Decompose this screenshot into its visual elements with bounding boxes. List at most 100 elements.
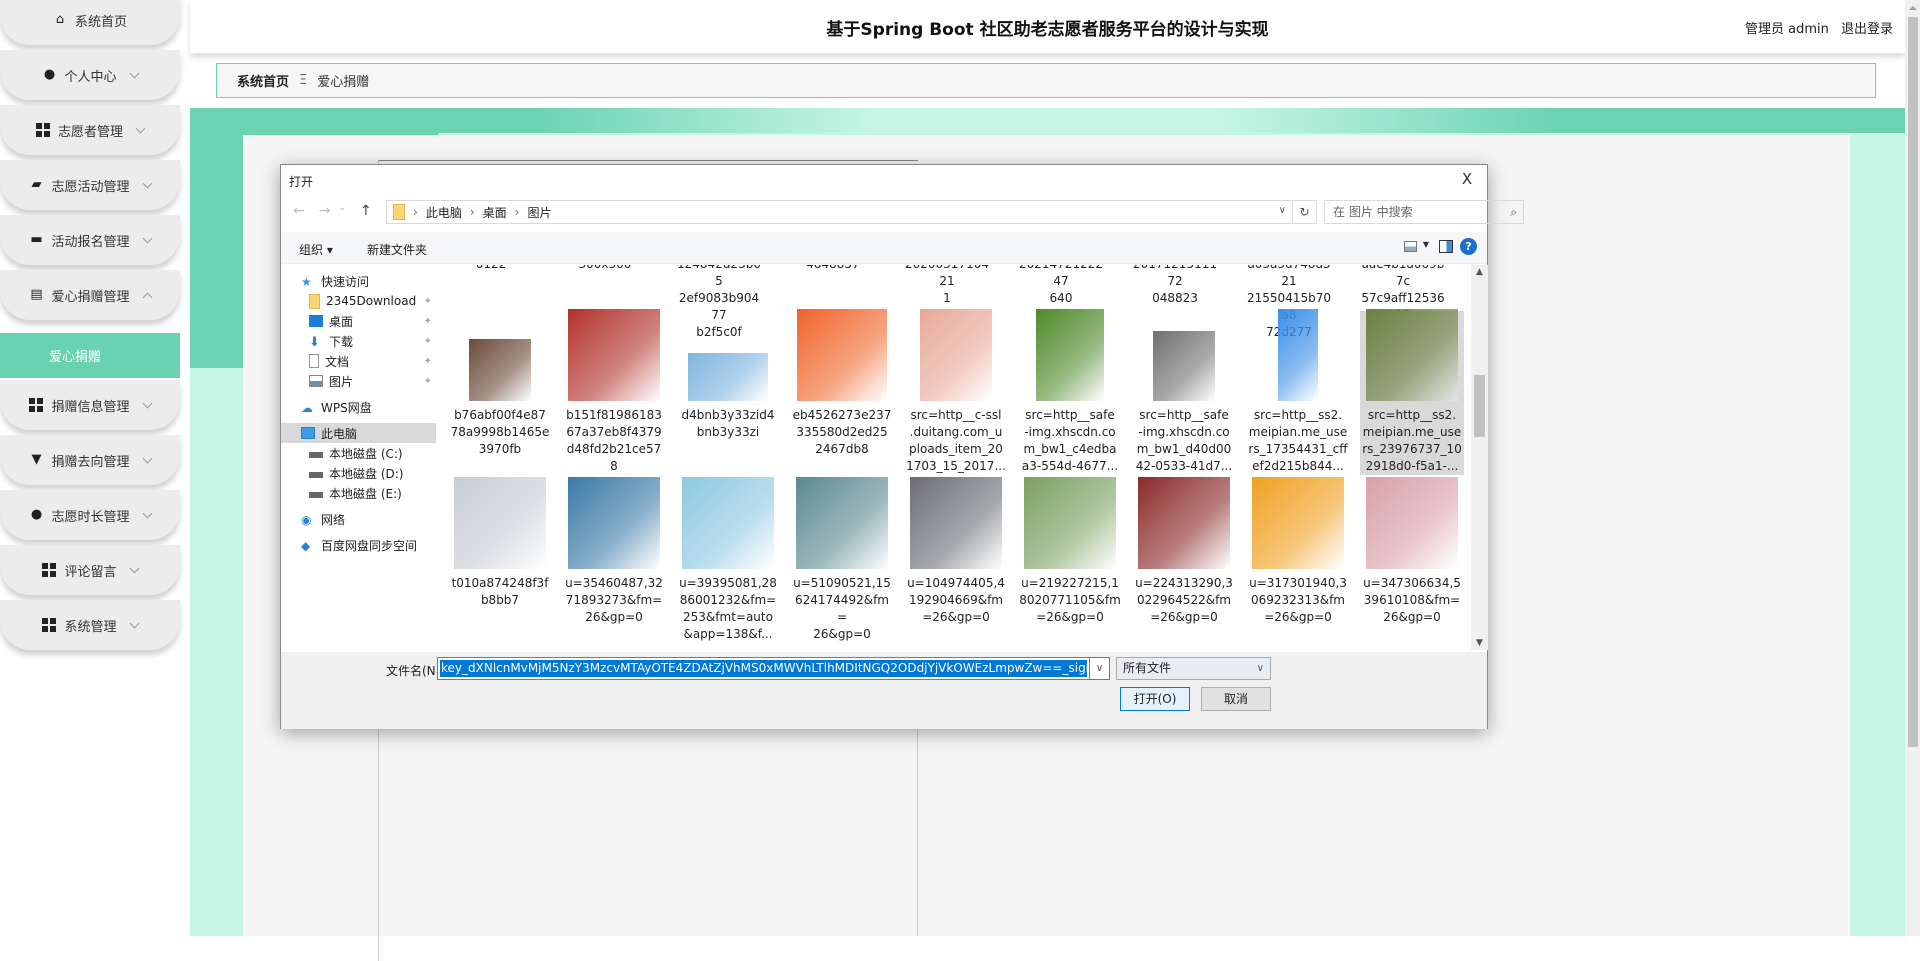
scroll-up-icon[interactable] [1909, 6, 1917, 10]
briefcase-icon: ▬ [30, 232, 43, 247]
scroll-up-icon[interactable]: ▲ [1476, 267, 1483, 277]
preview-pane-icon[interactable] [1439, 240, 1453, 253]
chevron-down-icon[interactable]: ∨ [1090, 657, 1110, 680]
new-folder-button[interactable]: 新建文件夹 [367, 241, 427, 258]
nav-item-label: 本地磁盘 (E:) [329, 486, 402, 501]
nav-item[interactable]: 本地磁盘 (C:) [281, 443, 436, 463]
close-icon[interactable]: X [1457, 170, 1477, 188]
open-button[interactable]: 打开(O) [1120, 687, 1190, 711]
thumbnail-frame [562, 309, 666, 407]
address-crumb[interactable]: 图片 [527, 204, 551, 221]
logout-link[interactable]: 退出登录 [1841, 22, 1893, 37]
sidebar-item[interactable]: 志愿者管理 [0, 105, 180, 155]
help-icon[interactable]: ? [1460, 238, 1477, 255]
sidebar-item[interactable]: 捐赠信息管理 [0, 380, 180, 430]
sidebar-item[interactable]: ⌂ 系统首页 [0, 0, 180, 45]
file-item[interactable]: 4848857 [790, 265, 876, 273]
filename-input[interactable]: key_dXNlcnMvMjM5NzY3MzcvMTAyOTE4ZDAtZjVh… [437, 657, 1090, 680]
address-bar[interactable]: › 此电脑 › 桌面 › 图片 ∨ [386, 200, 1293, 224]
thumbnail-frame [676, 311, 780, 407]
file-item[interactable]: src=http__c-ssl .duitang.com_u ploads_it… [904, 309, 1008, 475]
cancel-button[interactable]: 取消 [1201, 687, 1271, 711]
sidebar-item-label: 志愿时长管理 [51, 509, 130, 525]
star-icon: ★ [301, 275, 312, 289]
address-crumb[interactable]: 此电脑 [426, 204, 462, 221]
file-item[interactable]: 2020031710421 1 [904, 265, 990, 307]
desktop-icon [309, 315, 323, 327]
search-input[interactable]: 在 图片 中搜索 ⌕ [1324, 200, 1524, 224]
back-arrow-icon[interactable]: ← [293, 203, 305, 219]
scrollbar-thumb[interactable] [1908, 17, 1918, 747]
sidebar-item[interactable]: 系统管理 [0, 600, 180, 650]
sidebar-item[interactable]: ▰ 志愿活动管理 [0, 160, 180, 210]
scrollbar-thumb[interactable] [1474, 375, 1485, 437]
nav-item[interactable]: 本地磁盘 (E:) [281, 483, 436, 503]
page-scrollbar[interactable] [1905, 0, 1920, 936]
file-item[interactable]: 0122 [448, 265, 534, 273]
chevron-down-icon[interactable]: ▼ [1423, 240, 1429, 249]
organize-button[interactable]: 组织 ▾ [299, 241, 333, 258]
file-item[interactable]: b76abf00f4e87 78a9998b1465e 3970fb [448, 311, 552, 458]
sidebar-item[interactable]: ● 个人中心 [0, 50, 180, 100]
thumbnail-frame [562, 477, 666, 575]
file-item[interactable]: u=317301940,3 069232313&fm =26&gp=0 [1246, 477, 1350, 626]
nav-item[interactable]: ◆ 百度网盘同步空间 [281, 535, 436, 555]
file-item[interactable]: src=http__ss2. meipian.me_use rs_1735443… [1246, 309, 1350, 475]
nav-item[interactable]: ☁ WPS网盘 [281, 397, 436, 417]
file-item[interactable]: 300x300 [562, 265, 648, 273]
nav-item[interactable]: 本地磁盘 (D:) [281, 463, 436, 483]
forward-arrow-icon[interactable]: → [319, 203, 331, 219]
nav-item-label: 网络 [321, 512, 346, 527]
sidebar-item[interactable]: ▼ 捐赠去向管理 [0, 435, 180, 485]
up-arrow-icon[interactable]: ↑ [360, 203, 372, 219]
file-item[interactable]: src=http__safe -img.xhscdn.co m_bw1_c4ed… [1018, 309, 1122, 475]
nav-item[interactable]: ◉ 网络 [281, 509, 436, 529]
view-icon[interactable] [1404, 241, 1417, 252]
file-item[interactable]: t010a874248f3f b8bb7 [448, 477, 552, 609]
nav-item[interactable]: 桌面 ✦ [281, 311, 436, 331]
nav-item[interactable]: 图片 ✦ [281, 371, 436, 391]
file-item[interactable]: eb4526273e237 335580d2ed25 2467db8 [790, 309, 894, 458]
file-item[interactable]: u=219227215,1 8020771105&fm =26&gp=0 [1018, 477, 1122, 626]
file-item[interactable]: u=347306634,5 39610108&fm= 26&gp=0 [1360, 477, 1464, 626]
file-item[interactable]: 2017121511172 048823 [1132, 265, 1218, 307]
sidebar-item[interactable]: ▬ 活动报名管理 [0, 215, 180, 265]
wallet-icon: ▰ [31, 177, 42, 192]
chevron-down-icon [142, 178, 152, 188]
file-name: u=104974405,4 192904669&fm =26&gp=0 [907, 576, 1005, 624]
chevron-down-icon: ∨ [1256, 663, 1264, 674]
file-item[interactable]: u=35460487,32 71893273&fm= 26&gp=0 [562, 477, 666, 626]
file-name: b151f81986183 67a37eb8f4379 d48fd2b21ce5… [566, 408, 662, 473]
sidebar: ⌂ 系统首页 ● 个人中心 志愿者管理 ▰ 志愿活动管理 ▬ 活动报名管理 ▤ 爱心捐赠管理 捐赠信息… [0, 0, 181, 936]
sidebar-item[interactable]: ● 志愿时长管理 [0, 490, 180, 540]
sidebar-item[interactable]: 评论留言 [0, 545, 180, 595]
sidebar-item[interactable]: ▤ 爱心捐赠管理 [0, 270, 180, 320]
chevron-down-icon[interactable]: ∨ [1279, 205, 1286, 216]
file-item[interactable]: u=51090521,15 624174492&fm= 26&gp=0 [790, 477, 894, 643]
image-thumbnail [1366, 309, 1458, 401]
recent-dropdown-icon[interactable]: ⌄ [338, 203, 346, 219]
file-item[interactable]: u=39395081,28 86001232&fm= 253&fmt=auto … [676, 477, 780, 643]
breadcrumb-home[interactable]: 系统首页 [237, 71, 289, 90]
file-item[interactable]: b151f81986183 67a37eb8f4379 d48fd2b21ce5… [562, 309, 666, 475]
file-item[interactable]: d4bnb3y33zid4 bnb3y33zi [676, 311, 780, 441]
image-thumbnail [469, 339, 531, 401]
file-item[interactable]: 2021472122247 640 [1018, 265, 1104, 307]
nav-item[interactable]: 文档 ✦ [281, 351, 436, 371]
nav-item[interactable]: ⬇ 下载 ✦ [281, 331, 436, 351]
file-item[interactable]: src=http__safe -img.xhscdn.co m_bw1_d40d… [1132, 311, 1236, 475]
file-grid-scrollbar[interactable]: ▲ ▼ [1471, 265, 1488, 650]
file-item[interactable]: u=224313290,3 022964522&fm =26&gp=0 [1132, 477, 1236, 626]
address-crumb[interactable]: 桌面 [483, 204, 507, 221]
file-item[interactable]: src=http__ss2. meipian.me_use rs_2397673… [1360, 309, 1464, 475]
file-item[interactable]: u=104974405,4 192904669&fm =26&gp=0 [904, 477, 1008, 626]
dialog-toolbar: 组织 ▾ 新建文件夹 ▼ ? [281, 232, 1487, 264]
file-type-select[interactable]: 所有文件 ∨ [1116, 657, 1271, 680]
scroll-down-icon[interactable]: ▼ [1476, 638, 1483, 648]
refresh-icon[interactable]: ↻ [1293, 200, 1317, 224]
sidebar-subitem-active[interactable]: 爱心捐赠 [0, 333, 180, 378]
nav-item[interactable]: 此电脑 [281, 423, 436, 443]
nav-item[interactable]: 2345Download ✦ [281, 291, 436, 311]
chevron-down-icon [135, 123, 146, 133]
nav-item[interactable]: ★ 快速访问 [281, 271, 436, 291]
